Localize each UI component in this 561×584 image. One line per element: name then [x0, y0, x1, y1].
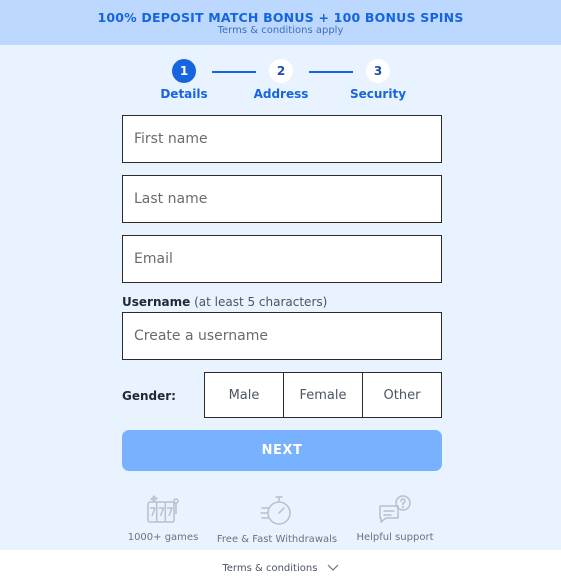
- email-field: [122, 235, 442, 283]
- promo-title: 100% DEPOSIT MATCH BONUS + 100 BONUS SPI…: [97, 10, 464, 25]
- step-1-label: Details: [160, 87, 208, 101]
- next-button[interactable]: NEXT: [122, 430, 442, 471]
- email-input[interactable]: [123, 236, 441, 282]
- footer: Terms & conditions: [0, 550, 561, 584]
- first-name-field: [122, 115, 442, 163]
- gender-option-other[interactable]: Other: [362, 373, 441, 417]
- last-name-input[interactable]: [123, 176, 441, 222]
- username-hint: (at least 5 characters): [194, 295, 328, 309]
- feature-games: 1000+ games: [126, 494, 200, 543]
- registration-stepper: 1 2 3 Details Address Security: [0, 58, 561, 108]
- promo-terms-note: Terms & conditions apply: [217, 25, 344, 36]
- step-2-label: Address: [253, 87, 309, 101]
- gender-option-male[interactable]: Male: [205, 373, 283, 417]
- chat-support-icon: [379, 495, 411, 523]
- stopwatch-icon: [260, 496, 291, 525]
- terms-link[interactable]: Terms & conditions: [222, 563, 339, 574]
- feature-support: Helpful support: [354, 494, 436, 543]
- feature-support-label: Helpful support: [356, 532, 434, 543]
- chevron-down-icon: [327, 564, 339, 571]
- step-3-label: Security: [349, 87, 407, 101]
- slot-machine-icon: [147, 495, 179, 523]
- gender-selector: Male Female Other: [204, 372, 442, 418]
- terms-link-label: Terms & conditions: [222, 563, 318, 574]
- promo-banner: 100% DEPOSIT MATCH BONUS + 100 BONUS SPI…: [0, 0, 561, 45]
- step-connector-2: [309, 71, 353, 73]
- feature-withdrawals-label: Free & Fast Withdrawals: [216, 534, 338, 545]
- last-name-field: [122, 175, 442, 223]
- feature-withdrawals: Free & Fast Withdrawals: [215, 494, 339, 545]
- username-label: Username (at least 5 characters): [122, 295, 327, 309]
- gender-label: Gender:: [122, 389, 176, 403]
- feature-games-label: 1000+ games: [127, 532, 199, 543]
- username-field: [122, 312, 442, 360]
- username-input[interactable]: [123, 313, 441, 359]
- step-connector-1: [212, 71, 256, 73]
- first-name-input[interactable]: [123, 116, 441, 162]
- step-1-indicator: 1: [172, 59, 196, 83]
- username-label-text: Username: [122, 295, 191, 309]
- gender-option-female[interactable]: Female: [283, 373, 362, 417]
- step-2-indicator: 2: [269, 59, 293, 83]
- step-3-indicator: 3: [366, 59, 390, 83]
